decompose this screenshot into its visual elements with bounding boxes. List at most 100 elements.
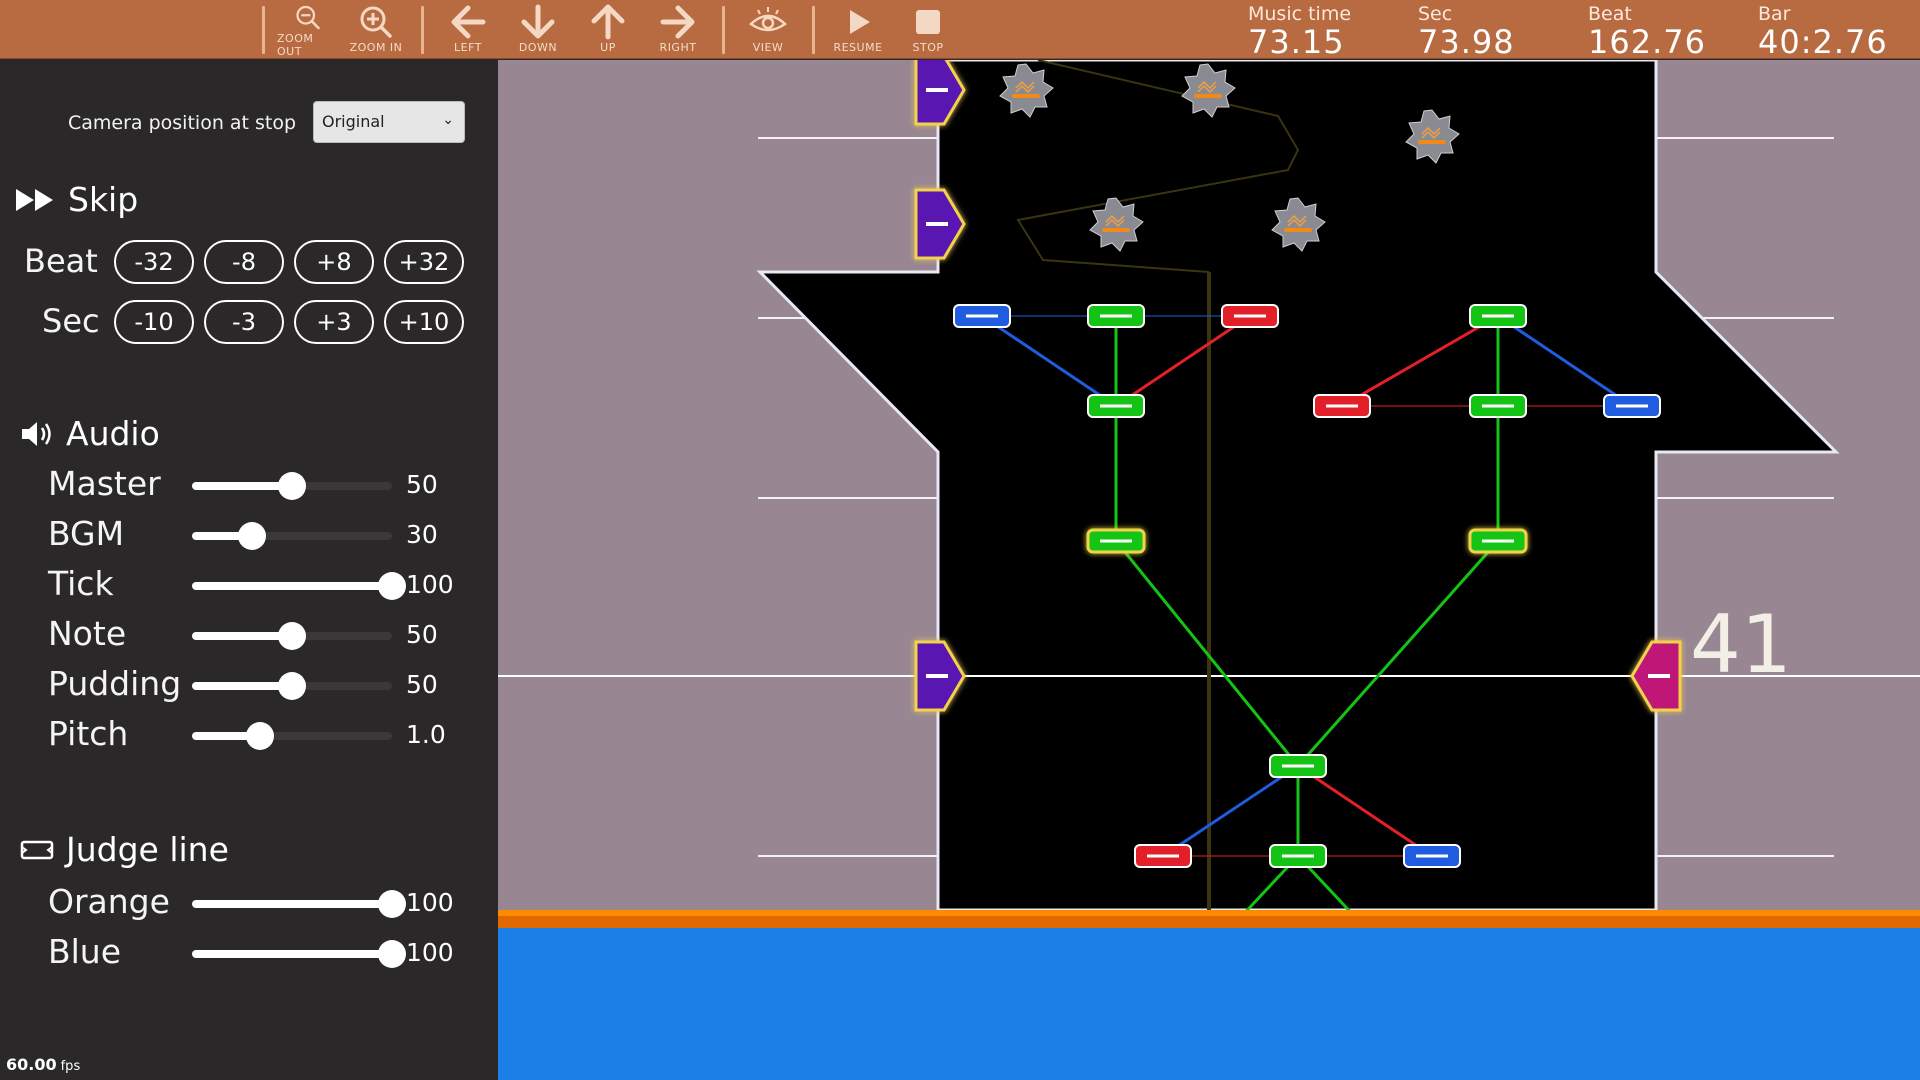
slider-handle[interactable] bbox=[378, 940, 406, 968]
toolbar-separator bbox=[262, 6, 265, 54]
slider-handle[interactable] bbox=[278, 672, 306, 700]
down-button[interactable]: DOWN bbox=[507, 4, 569, 58]
slider-handle[interactable] bbox=[278, 622, 306, 650]
bar-number-label: 41 bbox=[1690, 598, 1792, 691]
stop-button[interactable]: STOP bbox=[897, 4, 959, 58]
slider-label: BGM bbox=[48, 514, 125, 553]
slider-fill bbox=[192, 682, 292, 690]
fps-unit: fps bbox=[60, 1059, 81, 1074]
top-toolbar: ZOOM OUT ZOOM IN LEFT DOWN UP RIGHT VIEW… bbox=[0, 0, 1920, 59]
skip-sec-minus-10-button[interactable]: -10 bbox=[114, 300, 194, 344]
slider-handle[interactable] bbox=[246, 722, 274, 750]
skip-title-text: Skip bbox=[68, 180, 139, 219]
sec-readout: Sec 73.98 bbox=[1418, 3, 1515, 59]
arrow-up-icon bbox=[591, 4, 625, 40]
resume-button[interactable]: RESUME bbox=[827, 4, 889, 58]
judge-line-orange bbox=[498, 916, 1920, 928]
slider-label: Blue bbox=[48, 932, 122, 971]
bar-value: 40:2.76 bbox=[1758, 23, 1888, 61]
slider-value: 30 bbox=[406, 520, 438, 549]
tick-slider[interactable] bbox=[192, 572, 406, 600]
stop-label: STOP bbox=[912, 41, 944, 54]
slider-value: 50 bbox=[406, 670, 438, 699]
skip-section-title: Skip bbox=[14, 180, 138, 219]
chart-preview-field[interactable]: 41 bbox=[498, 60, 1920, 1080]
green-note bbox=[1469, 304, 1527, 328]
bgm-slider[interactable] bbox=[192, 522, 392, 550]
arrow-down-icon bbox=[521, 4, 555, 39]
judge-line-blue-area bbox=[498, 928, 1920, 1080]
skip-sec-label: Sec bbox=[42, 302, 100, 340]
zoom-out-icon bbox=[296, 5, 320, 30]
toolbar-separator bbox=[722, 6, 725, 54]
chevron-down-icon: ⌄ bbox=[442, 112, 454, 128]
red-note bbox=[1134, 844, 1192, 868]
camera-position-select[interactable]: Original ⌄ bbox=[313, 101, 465, 143]
skip-sec-minus-3-button[interactable]: -3 bbox=[204, 300, 284, 344]
skip-beat-minus-8-button[interactable]: -8 bbox=[204, 240, 284, 284]
slider-row-note: Note 50 bbox=[0, 614, 498, 654]
blue-slider[interactable] bbox=[192, 940, 406, 968]
skip-sec-plus-3-button[interactable]: +3 bbox=[294, 300, 374, 344]
toolbar-separator bbox=[812, 6, 815, 54]
slider-fill bbox=[192, 632, 292, 640]
judge-line-frame-icon bbox=[20, 840, 54, 859]
slider-row-tick: Tick 100 bbox=[0, 564, 498, 604]
slider-handle[interactable] bbox=[278, 472, 306, 500]
skip-beat-plus-32-button[interactable]: +32 bbox=[384, 240, 464, 284]
beat-caption: Beat bbox=[1588, 3, 1632, 25]
pudding-slider[interactable] bbox=[192, 672, 392, 700]
green-note bbox=[1269, 844, 1327, 868]
green-note bbox=[1469, 394, 1527, 418]
green-note bbox=[1087, 394, 1145, 418]
slider-handle[interactable] bbox=[238, 522, 266, 550]
slider-handle[interactable] bbox=[378, 572, 406, 600]
editor-window: ZOOM OUT ZOOM IN LEFT DOWN UP RIGHT VIEW… bbox=[0, 0, 1920, 1080]
green-note bbox=[1087, 304, 1145, 328]
slider-label: Note bbox=[48, 614, 127, 653]
right-button[interactable]: RIGHT bbox=[647, 4, 709, 58]
playfield-canvas[interactable] bbox=[498, 60, 1920, 1080]
orange-slider[interactable] bbox=[192, 890, 406, 918]
slider-row-pudding: Pudding 50 bbox=[0, 664, 498, 704]
skip-beat-minus-32-button[interactable]: -32 bbox=[114, 240, 194, 284]
down-label: DOWN bbox=[518, 41, 558, 54]
fast-forward-icon bbox=[16, 188, 53, 211]
play-icon bbox=[850, 10, 870, 34]
camera-position-value: Original bbox=[322, 112, 385, 131]
slider-label: Tick bbox=[48, 564, 114, 603]
slider-row-blue: Blue 100 bbox=[0, 932, 498, 972]
green-hold-note bbox=[1468, 528, 1528, 554]
slider-fill bbox=[192, 950, 392, 958]
slider-row-orange: Orange 100 bbox=[0, 882, 498, 922]
slider-value: 50 bbox=[406, 470, 438, 499]
music-time-value: 73.15 bbox=[1248, 23, 1345, 61]
slider-handle[interactable] bbox=[378, 890, 406, 918]
zoom-in-label: ZOOM IN bbox=[349, 41, 403, 54]
slider-label: Master bbox=[48, 464, 161, 503]
skip-sec-plus-10-button[interactable]: +10 bbox=[384, 300, 464, 344]
skip-beat-plus-8-button[interactable]: +8 bbox=[294, 240, 374, 284]
judge-line-orange-top bbox=[498, 910, 1920, 916]
zoom-in-button[interactable]: ZOOM IN bbox=[345, 4, 407, 58]
audio-section-title: Audio bbox=[20, 414, 160, 453]
note-slider[interactable] bbox=[192, 622, 392, 650]
fps-counter: 60.00 fps bbox=[6, 1055, 80, 1074]
right-label: RIGHT bbox=[659, 41, 697, 54]
master-slider[interactable] bbox=[192, 472, 392, 500]
zoom-out-button[interactable]: ZOOM OUT bbox=[277, 4, 339, 58]
view-button[interactable]: VIEW bbox=[737, 4, 799, 58]
slider-label: Orange bbox=[48, 882, 170, 921]
up-button[interactable]: UP bbox=[577, 4, 639, 58]
up-label: UP bbox=[600, 41, 616, 54]
pitch-slider[interactable] bbox=[192, 722, 392, 750]
resume-label: RESUME bbox=[833, 41, 883, 54]
sec-caption: Sec bbox=[1418, 3, 1453, 25]
slider-fill bbox=[192, 482, 292, 490]
red-note bbox=[1221, 304, 1279, 328]
left-button[interactable]: LEFT bbox=[437, 4, 499, 58]
camera-position-label: Camera position at stop bbox=[68, 112, 297, 134]
arrow-left-icon bbox=[451, 5, 486, 39]
slider-row-master: Master 50 bbox=[0, 464, 498, 504]
slider-value: 100 bbox=[406, 570, 454, 599]
